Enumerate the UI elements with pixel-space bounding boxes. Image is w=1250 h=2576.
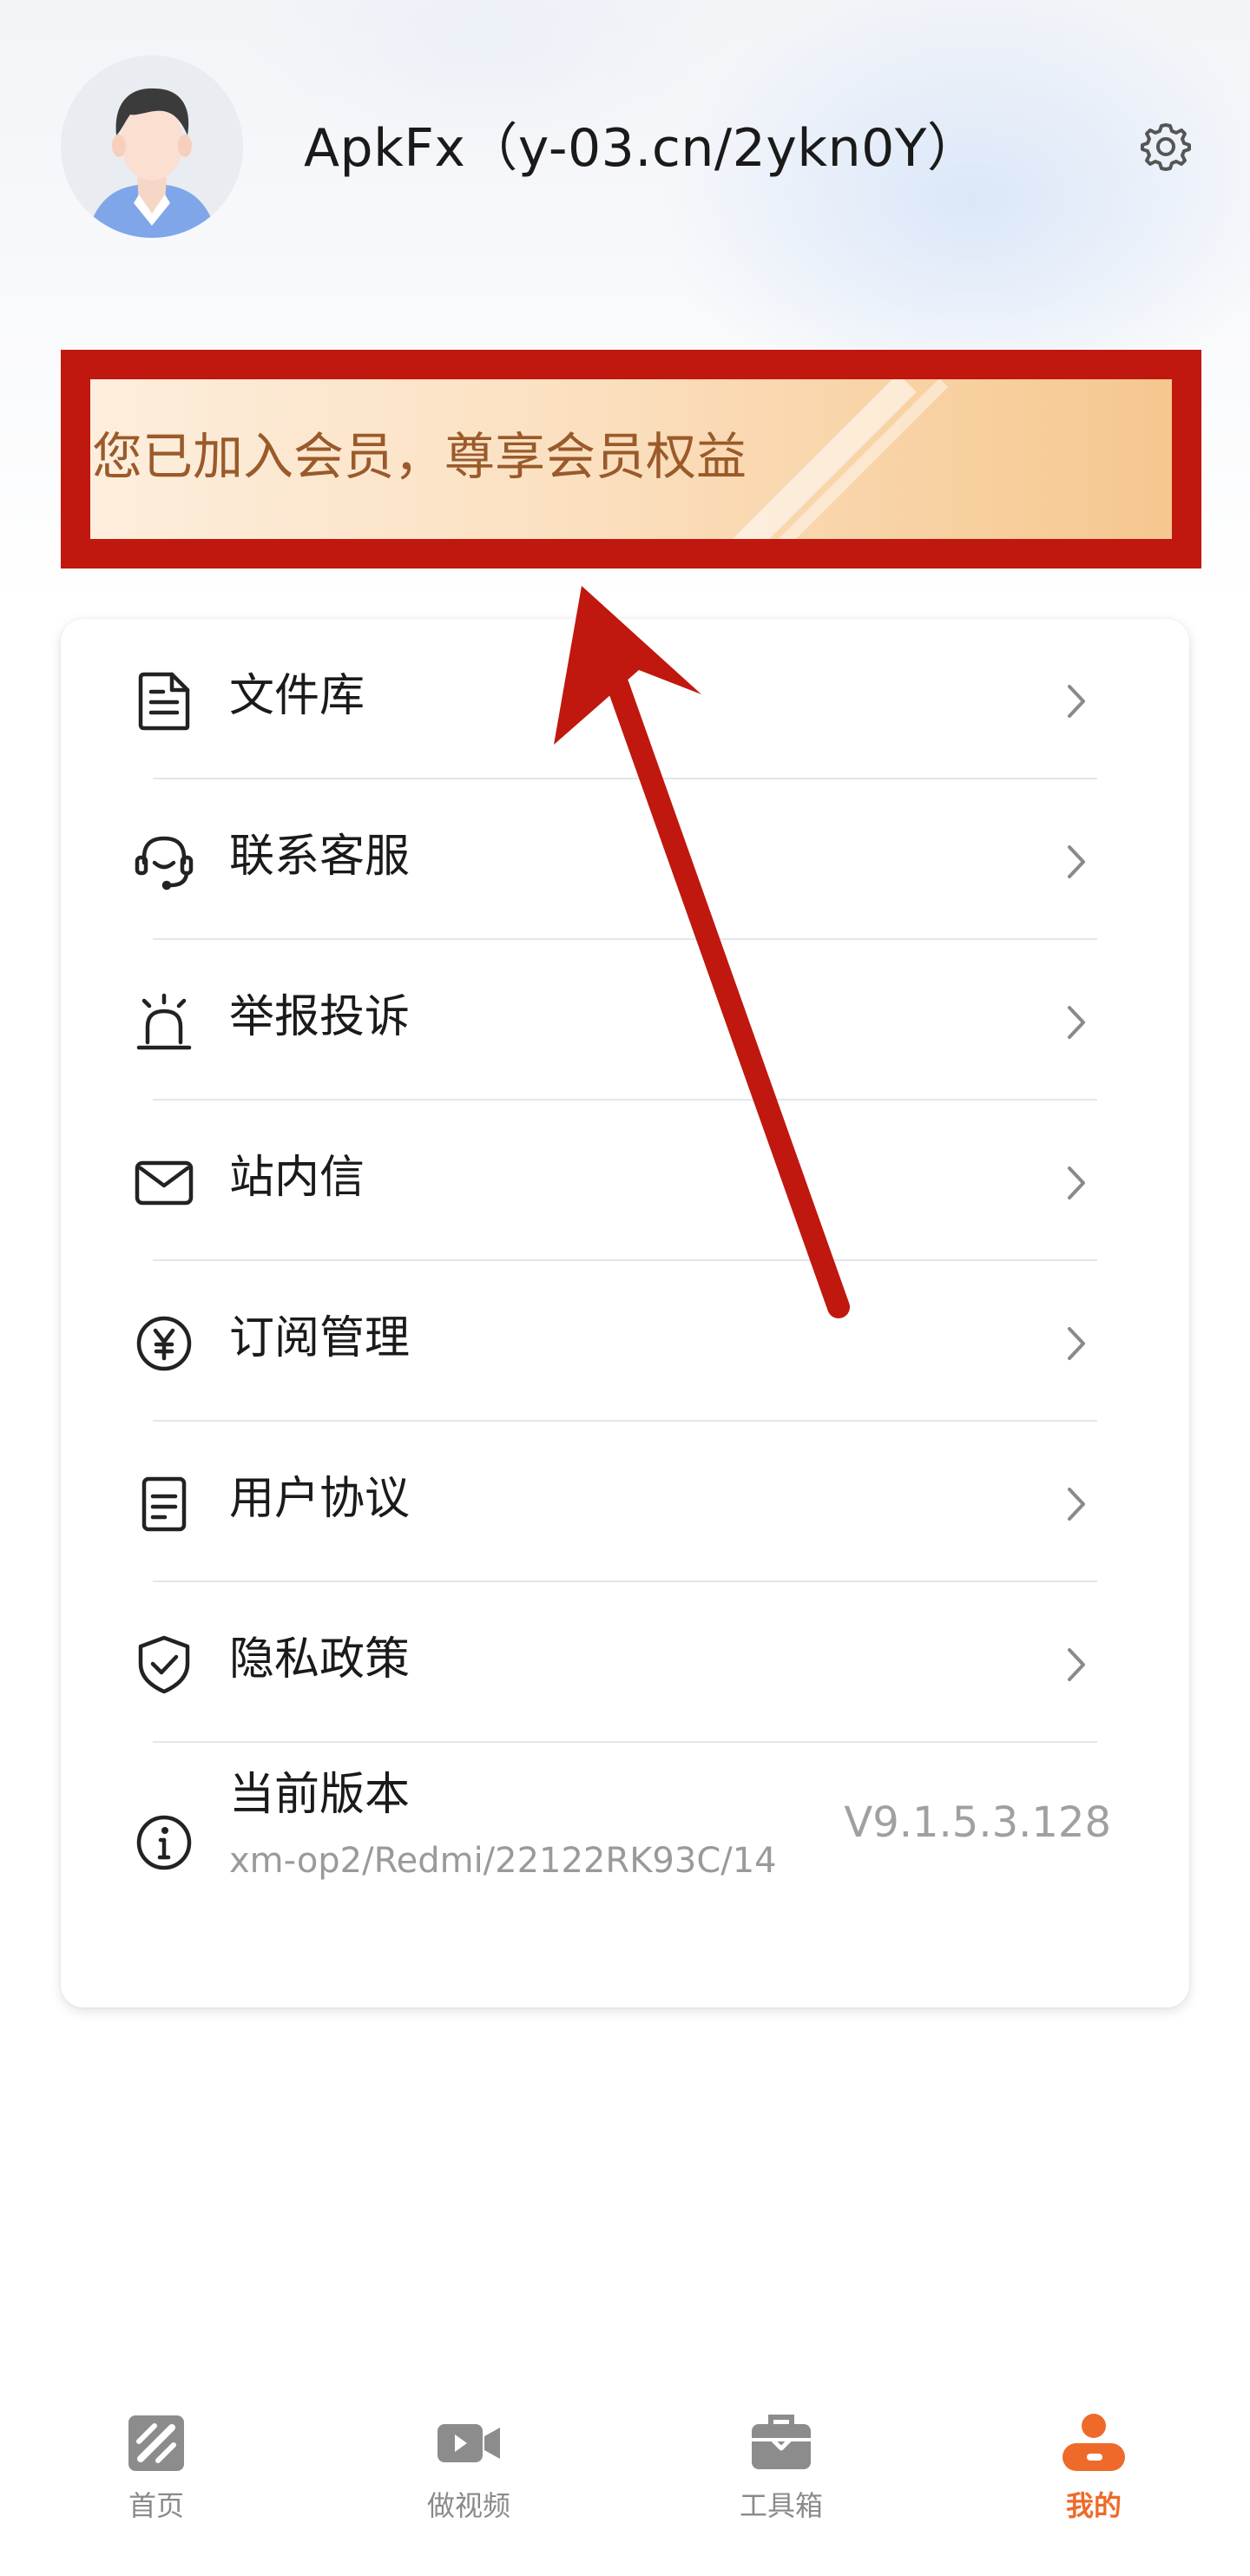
settings-button[interactable] bbox=[1137, 118, 1194, 175]
menu-item-label: 隐私政策 bbox=[229, 1633, 411, 1686]
tab-home[interactable]: 首页 bbox=[69, 2408, 243, 2547]
menu-item-label: 举报投诉 bbox=[229, 991, 411, 1043]
menu-card: 文件库 联系客服 举报投诉 站内信 订阅管理 用户协议 隐私政策 当前版本 xm… bbox=[61, 619, 1189, 2008]
menu-item-file-library[interactable]: 文件库 bbox=[61, 619, 1189, 779]
tab-label: 工具箱 bbox=[739, 2489, 823, 2522]
chevron-right-icon bbox=[1068, 1006, 1085, 1039]
chevron-right-icon bbox=[1068, 1488, 1085, 1521]
bottom-tab-bar: 首页 做视频 工具箱 我的 bbox=[0, 2374, 1250, 2576]
chevron-right-icon bbox=[1068, 1648, 1085, 1681]
tab-label: 做视频 bbox=[426, 2489, 510, 2522]
tab-label: 我的 bbox=[1065, 2489, 1122, 2522]
agreement-icon bbox=[134, 1474, 194, 1534]
username[interactable]: ApkFx（y-03.cn/2ykn0Y） bbox=[304, 109, 979, 187]
menu-item-label: 站内信 bbox=[229, 1152, 365, 1204]
alarm-icon bbox=[134, 992, 194, 1053]
tab-label: 首页 bbox=[128, 2489, 184, 2522]
profile-icon bbox=[1062, 2414, 1125, 2471]
chevron-right-icon bbox=[1068, 1166, 1085, 1199]
device-info: xm-op2/Redmi/22122RK93C/14 bbox=[229, 1841, 777, 1881]
info-icon bbox=[134, 1812, 194, 1873]
menu-item-label: 联系客服 bbox=[229, 831, 411, 883]
gear-icon bbox=[1141, 123, 1191, 171]
menu-item-label: 文件库 bbox=[229, 670, 365, 722]
headset-icon bbox=[134, 831, 194, 892]
menu-item-label: 订阅管理 bbox=[229, 1312, 411, 1364]
vip-status-text: 您已加入会员，尊享会员权益 bbox=[92, 427, 747, 486]
menu-item-inbox[interactable]: 站内信 bbox=[61, 1101, 1189, 1261]
menu-item-privacy-policy[interactable]: 隐私政策 bbox=[61, 1582, 1189, 1743]
menu-item-version[interactable]: 当前版本 xm-op2/Redmi/22122RK93C/14 V9.1.5.3… bbox=[61, 1743, 1189, 1942]
tab-mine[interactable]: 我的 bbox=[1007, 2408, 1181, 2547]
menu-item-user-agreement[interactable]: 用户协议 bbox=[61, 1422, 1189, 1582]
user-avatar-icon bbox=[61, 56, 243, 238]
chevron-right-icon bbox=[1068, 685, 1085, 718]
home-icon bbox=[128, 2415, 184, 2471]
menu-item-label: 用户协议 bbox=[229, 1473, 411, 1525]
vip-banner[interactable]: 您已加入会员，尊享会员权益 bbox=[90, 379, 1172, 539]
tab-toolbox[interactable]: 工具箱 bbox=[694, 2408, 868, 2547]
video-icon bbox=[438, 2424, 500, 2462]
chevron-right-icon bbox=[1068, 1327, 1085, 1360]
menu-item-report[interactable]: 举报投诉 bbox=[61, 940, 1189, 1101]
menu-item-customer-service[interactable]: 联系客服 bbox=[61, 779, 1189, 940]
version-number: V9.1.5.3.128 bbox=[844, 1798, 1111, 1847]
yen-icon bbox=[134, 1313, 194, 1374]
toolbox-icon bbox=[752, 2415, 811, 2469]
document-icon bbox=[134, 671, 194, 732]
avatar[interactable] bbox=[61, 56, 243, 238]
menu-item-subscription[interactable]: 订阅管理 bbox=[61, 1261, 1189, 1422]
shield-check-icon bbox=[134, 1634, 194, 1695]
mail-icon bbox=[134, 1153, 194, 1213]
tab-make-video[interactable]: 做视频 bbox=[382, 2408, 556, 2547]
chevron-right-icon bbox=[1068, 845, 1085, 878]
version-label: 当前版本 bbox=[229, 1769, 411, 1821]
